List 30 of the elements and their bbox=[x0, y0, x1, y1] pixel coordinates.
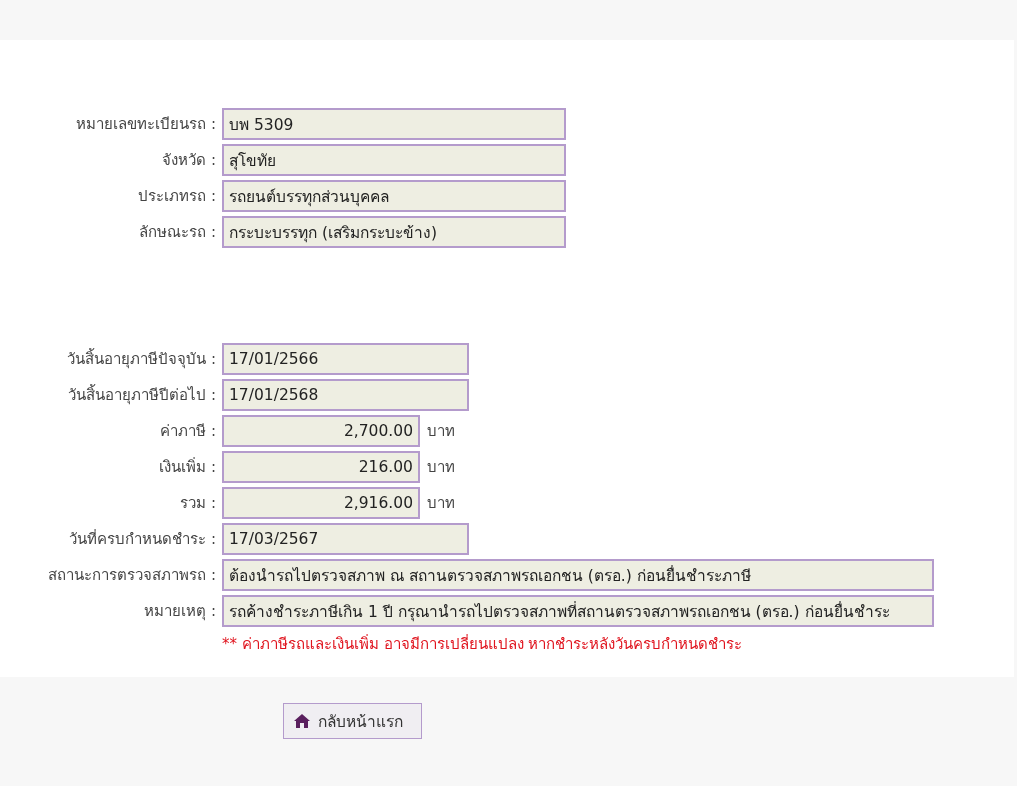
field-value: 216.00 bbox=[222, 451, 420, 483]
field-label: วันที่ครบกำหนดชำระ : bbox=[68, 528, 217, 550]
field-label: เงินเพิ่ม : bbox=[158, 456, 217, 478]
field-label: วันสิ้นอายุภาษีปัจจุบัน : bbox=[66, 347, 217, 371]
unit-label: บาท bbox=[427, 493, 455, 514]
field-label: รวม : bbox=[179, 493, 217, 514]
field-label: หมายเลขทะเบียนรถ : bbox=[75, 114, 217, 135]
warning-note: ** ค่าภาษีรถและเงินเพิ่ม อาจมีการเปลี่ยนแปลง หากชำระหลังวันครบกำหนดชำระ bbox=[222, 633, 743, 655]
field-label: สถานะการตรวจสภาพรถ : bbox=[47, 565, 217, 586]
field-value: ต้องนำรถไปตรวจสภาพ ณ สถานตรวจสภาพรถเอกชน (ตรอ.) ก่อนยื่นชำระภาษี bbox=[222, 559, 934, 591]
field-label: จังหวัด : bbox=[161, 150, 217, 171]
home-button[interactable]: กลับหน้าแรก bbox=[283, 703, 422, 739]
field-value: 17/01/2568 bbox=[222, 379, 469, 411]
field-label: หมายเหตุ : bbox=[143, 601, 217, 623]
home-icon bbox=[293, 713, 311, 729]
field-value: รถยนต์บรรทุกส่วนบุคคล bbox=[222, 180, 566, 212]
field-value: 2,916.00 bbox=[222, 487, 420, 519]
field-value: 17/03/2567 bbox=[222, 523, 469, 555]
field-label: ประเภทรถ : bbox=[137, 186, 217, 207]
field-value: รถค้างชำระภาษีเกิน 1 ปี กรุณานำรถไปตรวจสภาพที่สถานตรวจสภาพรถเอกชน (ตรอ.) ก่อนยื่นชำระ bbox=[222, 595, 934, 627]
field-value: สุโขทัย bbox=[222, 144, 566, 176]
field-label: วันสิ้นอายุภาษีปีต่อไป : bbox=[67, 383, 217, 407]
field-value: บพ 5309 bbox=[222, 108, 566, 140]
field-value: กระบะบรรทุก (เสริมกระบะข้าง) bbox=[222, 216, 566, 248]
field-value: 2,700.00 bbox=[222, 415, 420, 447]
field-value: 17/01/2566 bbox=[222, 343, 469, 375]
field-label: ลักษณะรถ : bbox=[138, 222, 217, 243]
unit-label: บาท bbox=[427, 421, 455, 442]
field-label: ค่าภาษี : bbox=[159, 421, 217, 442]
unit-label: บาท bbox=[427, 457, 455, 478]
